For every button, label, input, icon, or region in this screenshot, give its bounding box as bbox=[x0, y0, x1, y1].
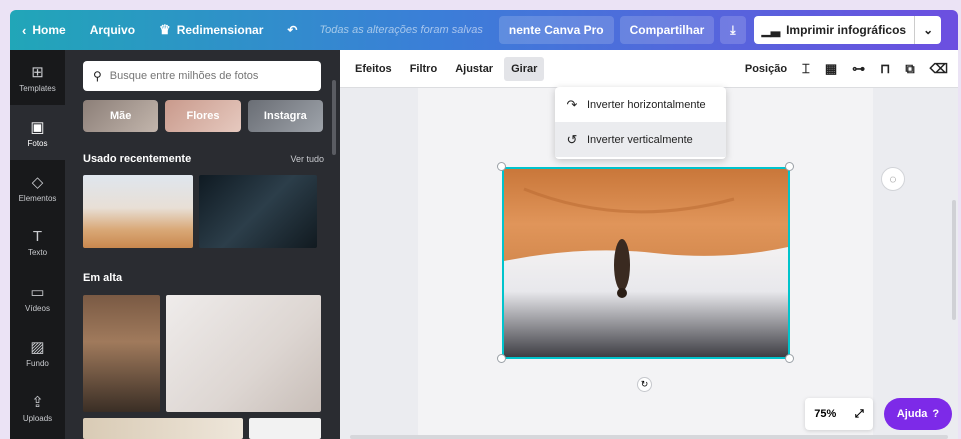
resize-handle-br[interactable] bbox=[785, 354, 794, 363]
toolbar-right: Posição ⌶ ▦ ⊶ ⊓ ⧉ ⌫ bbox=[745, 61, 958, 77]
save-status: Todas as alterações foram salvas bbox=[319, 24, 483, 36]
sparkle-crown-icon: ♛ bbox=[159, 22, 171, 37]
chip-instagram[interactable]: Instagra bbox=[247, 100, 323, 132]
trending-title: Em alta bbox=[83, 272, 123, 284]
trending-photo-flowers[interactable] bbox=[83, 418, 243, 439]
background-icon: ▨ bbox=[30, 338, 45, 356]
rail-item-photos[interactable]: ▣ Fotos bbox=[10, 105, 65, 160]
duplicate-icon[interactable]: ⧉ bbox=[905, 61, 914, 77]
resize-button[interactable]: ♛ Redimensionar bbox=[147, 10, 275, 50]
photos-panel: ⚲ Mãe Flores Instagra Usado recentemente… bbox=[65, 50, 340, 439]
comment-icon: ◌ bbox=[889, 172, 897, 186]
resize-handle-tr[interactable] bbox=[785, 162, 794, 171]
search-input[interactable] bbox=[109, 70, 300, 82]
lock-icon[interactable]: ⊓ bbox=[880, 61, 890, 77]
resize-handle-tl[interactable] bbox=[497, 162, 506, 171]
editor-horizontal-scrollbar[interactable] bbox=[350, 435, 948, 439]
adjust-button[interactable]: Ajustar bbox=[448, 57, 500, 81]
effects-button[interactable]: Efeitos bbox=[348, 57, 399, 81]
upload-icon: ⇪ bbox=[31, 393, 44, 411]
flip-menu: ↷ Inverter horizontalmente ↺ Inverter ve… bbox=[555, 87, 726, 159]
paint-roller-icon[interactable]: ⌶ bbox=[802, 61, 810, 77]
search-box[interactable]: ⚲ bbox=[83, 61, 321, 91]
flip-vertical-option[interactable]: ↺ Inverter verticalmente bbox=[555, 122, 726, 157]
selected-photo[interactable] bbox=[502, 167, 790, 359]
trash-icon[interactable]: ⌫ bbox=[930, 61, 948, 77]
file-menu-button[interactable]: Arquivo bbox=[78, 10, 147, 50]
home-button[interactable]: ‹ Home bbox=[10, 10, 78, 50]
editor-vertical-scrollbar[interactable] bbox=[952, 200, 956, 320]
rail-item-text[interactable]: T Texto bbox=[10, 215, 65, 270]
chevron-left-icon: ‹ bbox=[22, 22, 27, 38]
text-icon: T bbox=[32, 228, 43, 245]
rail-item-background[interactable]: ▨ Fundo bbox=[10, 325, 65, 380]
resize-handle-bl[interactable] bbox=[497, 354, 506, 363]
flipped-desert-image bbox=[504, 169, 788, 357]
trending-photo-office[interactable] bbox=[83, 295, 160, 412]
recent-photo-screens[interactable] bbox=[199, 175, 317, 248]
undo-icon: ↶ bbox=[287, 23, 298, 37]
zoom-control[interactable]: 75% ⤢ bbox=[805, 398, 873, 430]
rail-item-elements[interactable]: ◇ Elementos bbox=[10, 160, 65, 215]
rail-item-uploads[interactable]: ⇪ Uploads bbox=[10, 380, 65, 435]
share-button[interactable]: Compartilhar bbox=[619, 16, 715, 44]
try-pro-button[interactable]: nente Canva Pro bbox=[498, 16, 614, 44]
editor-area: Efeitos Filtro Ajustar Girar Posição ⌶ ▦… bbox=[340, 50, 958, 439]
panel-scrollbar[interactable] bbox=[332, 80, 336, 155]
download-icon: ⤓ bbox=[730, 22, 736, 37]
trending-photo-white[interactable] bbox=[249, 418, 321, 439]
photos-icon: ▣ bbox=[30, 118, 45, 136]
divider bbox=[914, 16, 916, 44]
rotate-button[interactable]: Girar bbox=[504, 56, 545, 81]
rail-item-videos[interactable]: ▭ Vídeos bbox=[10, 270, 65, 325]
position-button[interactable]: Posição bbox=[745, 63, 787, 75]
flip-horizontal-option[interactable]: ↷ Inverter horizontalmente bbox=[555, 87, 726, 122]
canva-editor: ‹ Home Arquivo ♛ Redimensionar ↶ Todas as … bbox=[0, 0, 961, 439]
video-icon: ▭ bbox=[30, 283, 45, 301]
flip-vertical-icon: ↺ bbox=[566, 131, 578, 147]
flip-horizontal-icon: ↷ bbox=[566, 96, 578, 112]
print-button[interactable]: ▁▃ Imprimir infográficos ⌄ bbox=[753, 16, 942, 44]
help-button[interactable]: Ajuda? bbox=[884, 398, 952, 430]
templates-icon: ⊞ bbox=[31, 63, 44, 81]
undo-button[interactable]: ↶ bbox=[275, 10, 309, 50]
category-chips: Mãe Flores Instagra bbox=[83, 100, 323, 132]
left-rail: ⊞ Templates ▣ Fotos ◇ Elementos T Texto ▭ Víd… bbox=[10, 50, 65, 439]
search-icon: ⚲ bbox=[93, 69, 102, 83]
link-icon[interactable]: ⊶ bbox=[852, 61, 865, 77]
rotate-icon: ↻ bbox=[640, 379, 649, 389]
chart-icon: ▁▃ bbox=[761, 23, 781, 37]
context-toolbar: Efeitos Filtro Ajustar Girar Posição ⌶ ▦… bbox=[340, 50, 958, 88]
elements-icon: ◇ bbox=[31, 173, 44, 191]
trending-photo-hand[interactable] bbox=[166, 295, 321, 412]
help-icon: ? bbox=[932, 408, 940, 420]
rail-item-templates[interactable]: ⊞ Templates bbox=[10, 50, 65, 105]
download-button[interactable]: ⤓ bbox=[720, 16, 746, 44]
top-bar: ‹ Home Arquivo ♛ Redimensionar ↶ Todas as … bbox=[10, 10, 958, 50]
rotate-handle[interactable]: ↻ bbox=[637, 377, 652, 392]
transparency-icon[interactable]: ▦ bbox=[825, 61, 837, 77]
zoom-value: 75% bbox=[814, 408, 837, 420]
recent-photo-desert[interactable] bbox=[83, 175, 193, 248]
expand-icon[interactable]: ⤢ bbox=[855, 408, 864, 421]
filter-button[interactable]: Filtro bbox=[403, 57, 445, 81]
recent-title: Usado recentemente bbox=[83, 153, 192, 165]
chip-mae[interactable]: Mãe bbox=[83, 100, 159, 132]
see-all-link[interactable]: Ver tudo bbox=[290, 154, 324, 164]
chip-flores[interactable]: Flores bbox=[165, 100, 241, 132]
chevron-down-icon[interactable]: ⌄ bbox=[923, 23, 933, 37]
comment-button[interactable]: ◌ bbox=[881, 167, 905, 191]
